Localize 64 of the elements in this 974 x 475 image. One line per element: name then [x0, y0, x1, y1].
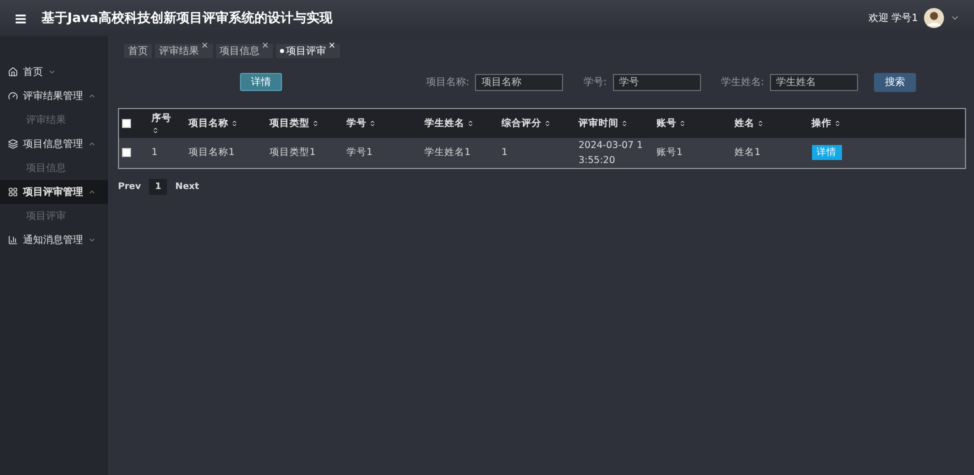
- column-header[interactable]: 综合评分: [502, 116, 550, 130]
- search-field[interactable]: 学号: [612, 74, 701, 90]
- layers-icon: [8, 139, 18, 149]
- search-field[interactable]: 项目名称: [475, 74, 564, 90]
- sort-icon: [466, 120, 474, 127]
- sort-icon: [312, 120, 318, 127]
- column-header[interactable]: 操作: [812, 116, 840, 130]
- sort-icon: [230, 120, 238, 127]
- table-cell-text: 项目名称1: [188, 146, 235, 160]
- column-header[interactable]: 项目类型: [270, 116, 318, 130]
- table-cell-text: 学生姓名1: [424, 146, 471, 160]
- grid-icon: [8, 187, 18, 197]
- page-number[interactable]: 1: [149, 178, 168, 194]
- sort-icon: [620, 120, 628, 127]
- table-cell-text: 项目类型1: [270, 146, 316, 160]
- close-icon[interactable]: ×: [328, 41, 336, 51]
- field-label: 项目名称:: [426, 76, 470, 89]
- sort-icon: [834, 120, 840, 127]
- sidebar-item[interactable]: 首页: [0, 60, 108, 84]
- field-label: 学生姓名:: [720, 76, 764, 89]
- tab[interactable]: 项目信息 ×: [216, 44, 274, 58]
- column-header[interactable]: 项目名称: [188, 116, 238, 130]
- field-label: 学号:: [583, 76, 607, 89]
- search-button[interactable]: 搜索: [874, 72, 916, 92]
- sort-icon: [152, 127, 158, 134]
- tab[interactable]: 评审结果 ×: [155, 44, 213, 58]
- prev-link[interactable]: Prev: [118, 182, 142, 192]
- checkbox[interactable]: [122, 148, 131, 157]
- column-header[interactable]: 学号: [346, 116, 376, 130]
- sort-icon: [678, 120, 686, 127]
- sidebar-item[interactable]: 评审结果管理: [0, 84, 108, 108]
- sort-icon: [544, 120, 550, 127]
- gauge-icon: [8, 91, 18, 101]
- sidebar-item[interactable]: 通知消息管理: [0, 228, 108, 252]
- column-header[interactable]: 姓名: [734, 116, 764, 130]
- sidebar-item[interactable]: 项目评审管理: [0, 180, 108, 204]
- table-cell-text: 1: [152, 146, 158, 160]
- tab[interactable]: 项目评审 ×: [276, 44, 340, 58]
- welcome-text: 欢迎 学号1: [868, 12, 918, 25]
- menu-button[interactable]: ≡: [14, 8, 28, 28]
- active-dot-icon: [280, 49, 284, 53]
- checkbox[interactable]: [122, 118, 131, 128]
- avatar-icon[interactable]: [924, 8, 944, 28]
- sort-icon: [756, 120, 764, 127]
- column-header[interactable]: 评审时间: [578, 116, 628, 130]
- sidebar-item[interactable]: 项目信息管理: [0, 132, 108, 156]
- tab[interactable]: 首页: [124, 44, 152, 58]
- table-cell-text: 1: [502, 146, 508, 160]
- search-field[interactable]: 学生姓名: [770, 74, 858, 90]
- close-icon[interactable]: ×: [262, 41, 270, 51]
- table-cell-text: 学号1: [346, 146, 373, 160]
- sort-icon: [368, 120, 376, 127]
- close-icon[interactable]: ×: [201, 41, 209, 51]
- table-cell-text: 账号1: [656, 146, 683, 160]
- table-cell-text: 姓名1: [734, 146, 761, 160]
- bar-chart-icon: [8, 235, 18, 245]
- detail-button[interactable]: 详情: [240, 73, 282, 91]
- app-title: 基于Java高校科技创新项目评审系统的设计与实现: [41, 10, 334, 27]
- table-cell-text: 2024-03-07 13:55:20: [578, 138, 644, 168]
- column-header[interactable]: 账号: [656, 116, 686, 130]
- next-link[interactable]: Next: [175, 182, 200, 192]
- column-header[interactable]: 序号: [152, 112, 172, 134]
- house-icon: [8, 67, 18, 77]
- column-header[interactable]: 学生姓名: [424, 116, 474, 130]
